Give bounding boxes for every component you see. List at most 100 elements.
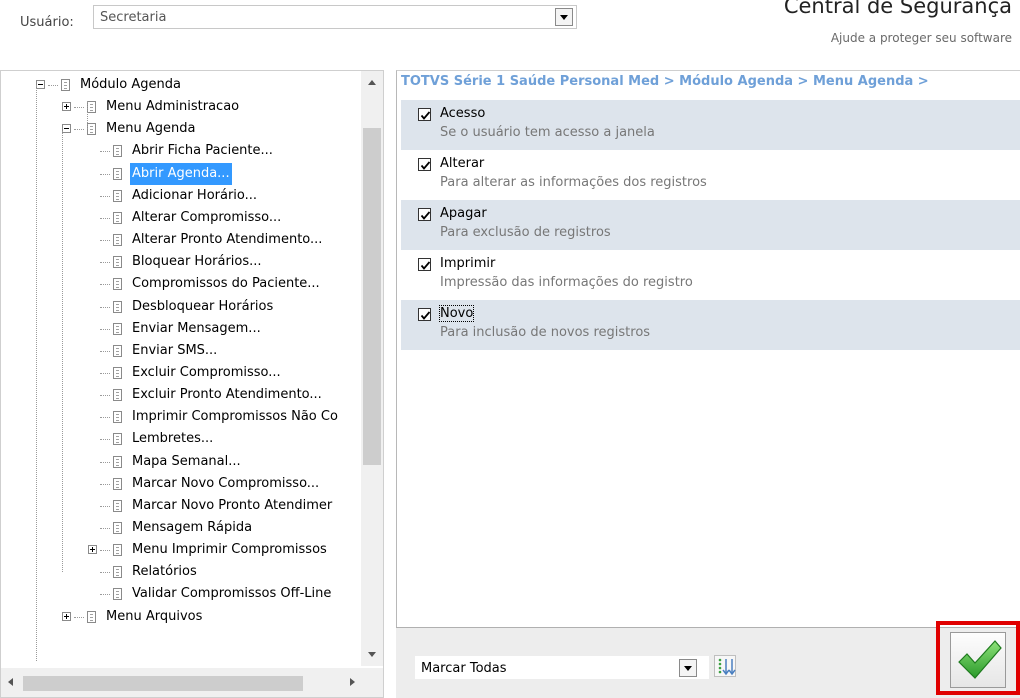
permission-title: Acesso [440, 106, 486, 121]
chevron-down-icon[interactable] [555, 8, 573, 26]
tree-item[interactable]: Excluir Pronto Atendimento... [1, 384, 359, 406]
permission-checkbox[interactable] [418, 208, 431, 221]
collapse-icon[interactable] [62, 124, 71, 134]
permission-checkbox[interactable] [418, 108, 431, 121]
scroll-left-icon[interactable] [8, 678, 13, 686]
document-icon [113, 278, 122, 291]
document-icon [113, 344, 122, 357]
tree-item-label: Enviar SMS... [132, 342, 218, 358]
document-icon [113, 167, 122, 180]
tree-item[interactable]: Menu Administracao [1, 96, 359, 118]
tree-item-label: Abrir Agenda... [130, 162, 232, 185]
chevron-down-icon[interactable] [679, 659, 697, 677]
user-label: Usuário: [20, 15, 74, 30]
mark-select-value: Marcar Todas [421, 661, 507, 676]
tree-item[interactable]: Relatórios [1, 561, 359, 583]
document-icon [113, 189, 122, 202]
tree-item-label: Desbloquear Horários [132, 298, 274, 314]
document-icon [113, 566, 122, 579]
expand-icon[interactable] [62, 102, 71, 112]
document-icon [113, 411, 122, 424]
tree-connector [100, 195, 110, 197]
permission-title: Apagar [440, 206, 487, 221]
tree-item[interactable]: Menu Imprimir Compromissos [1, 539, 359, 561]
collapse-icon[interactable] [36, 80, 45, 89]
tree-connector [36, 85, 37, 661]
menu-tree[interactable]: Módulo Agenda Menu Administracao Menu Agen… [0, 70, 384, 698]
tree-item[interactable]: Enviar Mensagem... [1, 318, 359, 340]
tree-connector [100, 151, 110, 153]
tree-connector [100, 262, 110, 264]
document-icon [61, 79, 70, 91]
tree-item-label: Mensagem Rápida [132, 520, 253, 535]
tree-connector [100, 395, 110, 397]
tree-item-label: Alterar Pronto Atendimento... [132, 232, 323, 248]
scroll-up-icon[interactable] [368, 80, 376, 85]
tree-item-label: Abrir Ficha Paciente... [132, 143, 273, 159]
tree-item[interactable]: Adicionar Horário... [1, 185, 359, 207]
page-subtitle: Ajude a proteger seu software [830, 31, 1012, 45]
document-icon [113, 300, 122, 313]
tree-item[interactable]: Imprimir Compromissos Não Co [1, 406, 359, 428]
expand-icon[interactable] [88, 545, 97, 555]
permission-row[interactable]: Acesso Se o usuário tem acesso a janela [401, 100, 1020, 150]
tree-item[interactable]: Abrir Agenda... [1, 162, 359, 185]
scrollbar-thumb[interactable] [363, 128, 381, 465]
tree-item[interactable]: Marcar Novo Pronto Atendimer [1, 495, 359, 517]
expand-icon[interactable] [62, 611, 71, 621]
permission-row[interactable]: Alterar Para alterar as informações dos r… [401, 150, 1020, 200]
permission-row[interactable]: Apagar Para exclusão de registros [401, 200, 1020, 250]
permission-description: Para alterar as informações dos registro… [440, 175, 707, 190]
tree-item-label: Excluir Pronto Atendimento... [132, 387, 322, 403]
scroll-down-icon[interactable] [368, 652, 376, 657]
tree-item[interactable]: Menu Agenda [1, 118, 359, 140]
tree-item[interactable]: Excluir Compromisso... [1, 362, 359, 384]
document-icon [113, 366, 122, 379]
sort-down-icon[interactable] [714, 655, 736, 677]
document-icon [113, 588, 122, 601]
confirm-button[interactable] [950, 632, 1006, 688]
scrollbar-thumb[interactable] [23, 676, 303, 691]
tree-item[interactable]: Alterar Pronto Atendimento... [1, 229, 359, 251]
tree-connector [100, 306, 110, 308]
permission-row[interactable]: Novo Para inclusão de novos registros [401, 300, 1020, 350]
horizontal-scrollbar[interactable] [1, 668, 383, 697]
tree-connector [100, 528, 110, 529]
tree-item[interactable]: Marcar Novo Compromisso... [1, 473, 359, 495]
tree-item[interactable]: Alterar Compromisso... [1, 207, 359, 229]
permission-checkbox[interactable] [418, 258, 431, 271]
permission-checkbox[interactable] [418, 158, 431, 171]
tree-connector [100, 372, 110, 374]
tree-item[interactable]: Enviar SMS... [1, 340, 359, 362]
tree-item[interactable]: Bloquear Horários... [1, 251, 359, 273]
tree-item-label: Módulo Agenda [80, 77, 181, 92]
page-title: Central de Segurança [783, 0, 1012, 18]
tree-connector [100, 439, 110, 441]
permissions-panel: TOTVS Série 1 Saúde Personal Med > Módul… [396, 70, 1020, 627]
tree-item-label: Bloquear Horários... [132, 254, 262, 270]
user-select[interactable]: Secretaria [93, 5, 577, 29]
scroll-right-icon[interactable] [350, 678, 355, 686]
tree-item-label: Adicionar Horário... [132, 187, 258, 203]
permission-description: Para inclusão de novos registros [440, 325, 651, 340]
document-icon [113, 499, 122, 512]
mark-select[interactable]: Marcar Todas [414, 655, 710, 680]
permission-row[interactable]: Imprimir Impressão das informações do reg… [401, 250, 1020, 300]
tree-item[interactable]: Validar Compromissos Off-Line [1, 583, 359, 605]
tree-item[interactable]: Mensagem Rápida [1, 517, 359, 539]
document-icon [113, 455, 122, 468]
document-icon [113, 433, 122, 446]
tree-item-label: Imprimir Compromissos Não Co [132, 409, 338, 425]
tree-connector [100, 594, 110, 596]
tree-item[interactable]: Mapa Semanal... [1, 451, 359, 473]
vertical-scrollbar[interactable] [361, 71, 383, 666]
permission-checkbox[interactable] [418, 308, 431, 321]
tree-item[interactable]: Módulo Agenda [1, 74, 359, 96]
tree-item[interactable]: Desbloquear Horários [1, 296, 359, 318]
tree-item[interactable]: Menu Arquivos [1, 606, 359, 628]
tree-item[interactable]: Lembretes... [1, 428, 359, 450]
tree-item[interactable]: Abrir Ficha Paciente... [1, 140, 359, 162]
tree-item-label: Menu Imprimir Compromissos [132, 542, 327, 558]
tree-connector [100, 217, 110, 219]
tree-item[interactable]: Compromissos do Paciente... [1, 273, 359, 295]
